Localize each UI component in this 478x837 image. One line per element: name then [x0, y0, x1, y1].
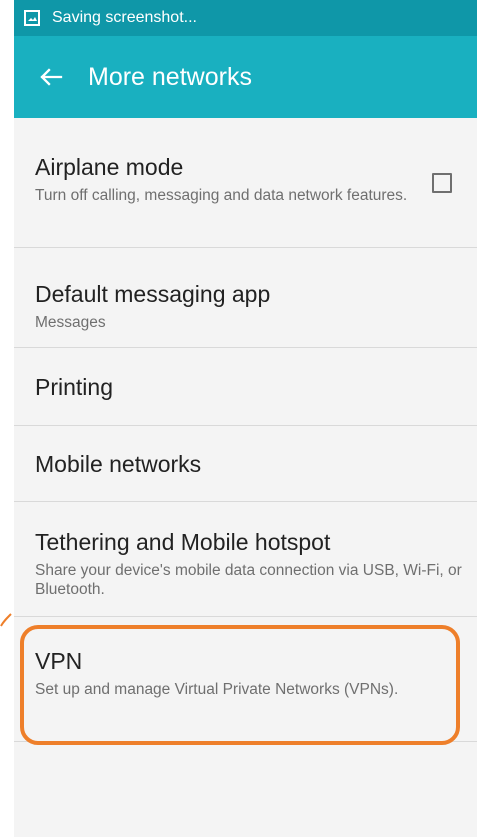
item-subtitle: Turn off calling, messaging and data net…: [35, 187, 408, 204]
page-title: More networks: [88, 62, 252, 91]
item-subtitle: Messages: [35, 314, 106, 331]
item-subtitle: Set up and manage Virtual Private Networ…: [35, 681, 399, 698]
mobile-networks-item[interactable]: Mobile networks: [14, 426, 477, 502]
status-text: Saving screenshot...: [52, 9, 197, 26]
screenshot-icon: [24, 10, 40, 26]
highlight-marker-icon: [0, 613, 12, 627]
item-title: Mobile networks: [35, 451, 202, 477]
airplane-mode-checkbox[interactable]: [432, 173, 452, 193]
item-title: Default messaging app: [35, 281, 271, 307]
tethering-hotspot-item[interactable]: Tethering and Mobile hotspot Share your …: [14, 502, 477, 617]
status-bar: Saving screenshot...: [14, 0, 477, 36]
app-bar: More networks: [14, 36, 477, 118]
settings-list: Airplane mode Turn off calling, messagin…: [14, 118, 477, 742]
default-messaging-app-item[interactable]: Default messaging app Messages: [14, 248, 477, 348]
item-subtitle: Share your device's mobile data connecti…: [35, 562, 462, 598]
item-title: Airplane mode: [35, 154, 184, 180]
phone-screen: Saving screenshot... More networks Airpl…: [14, 0, 477, 837]
item-title: Printing: [35, 374, 113, 400]
vpn-item[interactable]: VPN Set up and manage Virtual Private Ne…: [14, 617, 477, 742]
printing-item[interactable]: Printing: [14, 348, 477, 426]
item-title: Tethering and Mobile hotspot: [35, 529, 331, 555]
back-arrow-icon[interactable]: [37, 63, 65, 91]
item-title: VPN: [35, 648, 83, 674]
airplane-mode-item[interactable]: Airplane mode Turn off calling, messagin…: [14, 118, 477, 248]
